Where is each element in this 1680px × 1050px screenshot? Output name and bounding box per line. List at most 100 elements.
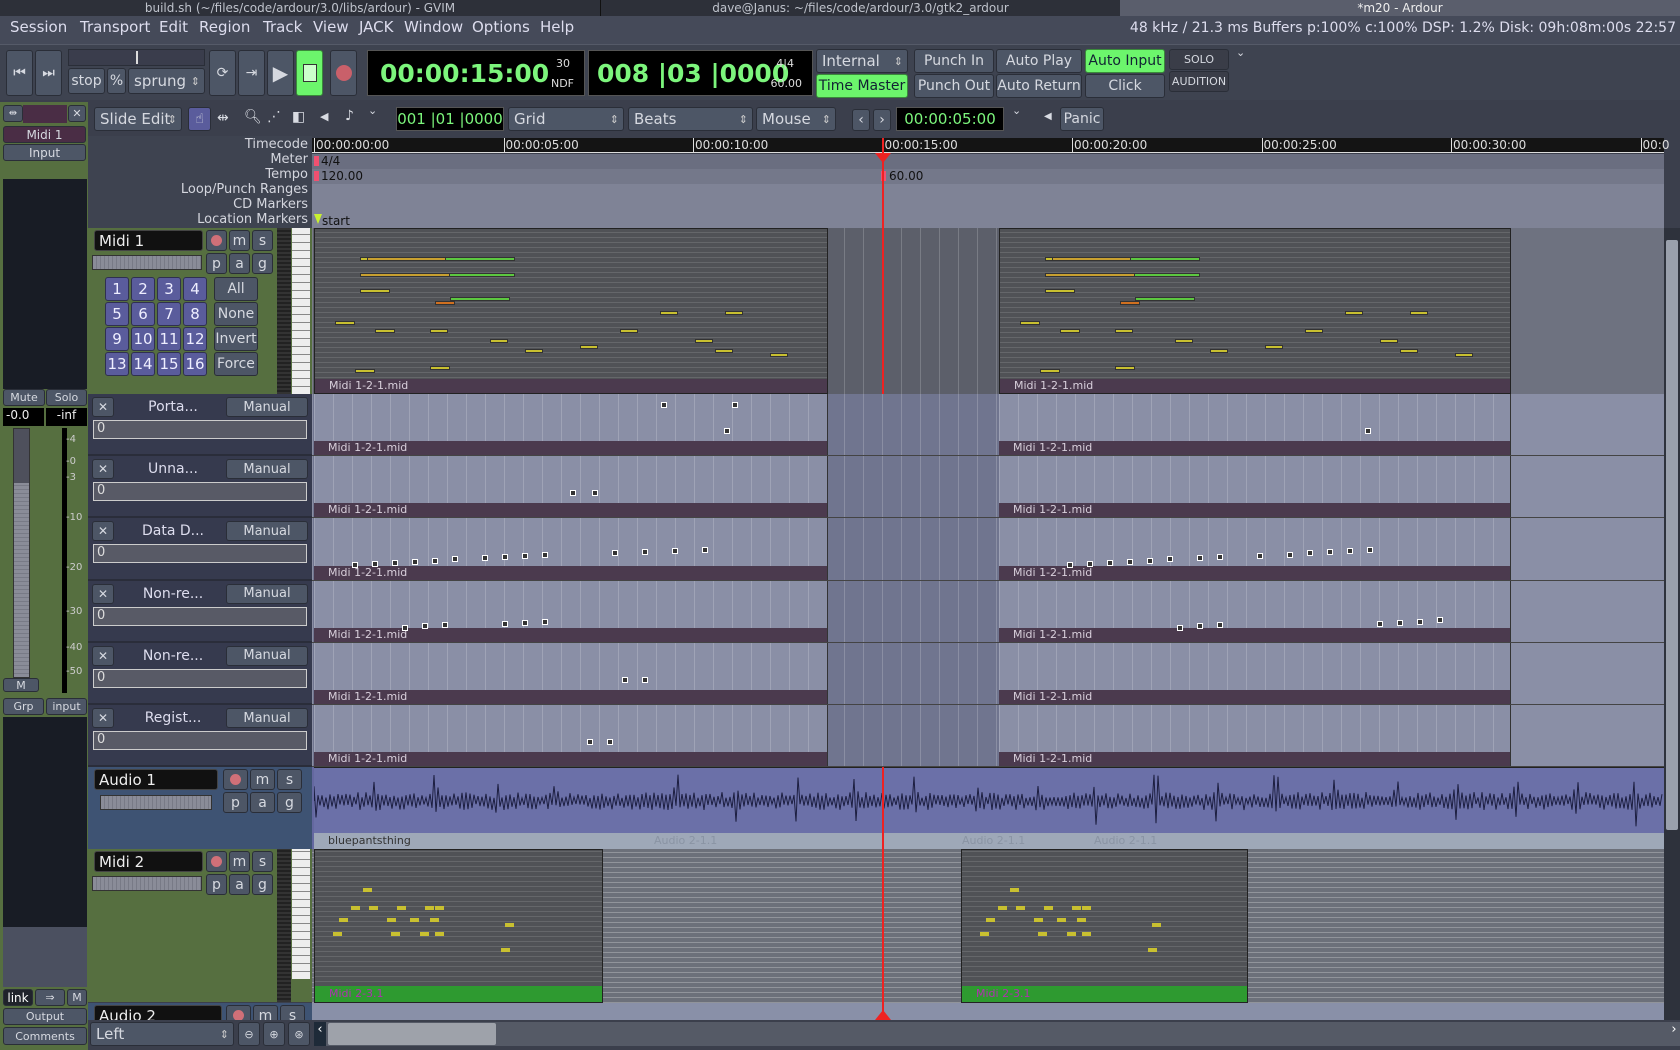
menu-options[interactable]: Options — [472, 18, 530, 36]
playlist-button[interactable]: p — [206, 253, 227, 274]
gain-tool-icon[interactable]: ⋰ — [267, 109, 281, 125]
automation-point[interactable] — [502, 553, 508, 560]
automation-point[interactable] — [482, 555, 488, 562]
midi1-lane[interactable]: Midi 1-2-1.mid Midi 1-2-1.mid — [312, 228, 1664, 394]
midi-note[interactable] — [1130, 273, 1200, 277]
automation-region[interactable]: Midi 1-2-1.mid — [999, 580, 1511, 642]
automation-point[interactable] — [622, 676, 628, 683]
automation-point[interactable] — [732, 402, 738, 408]
midi-note[interactable] — [725, 311, 743, 315]
midi-note[interactable] — [1045, 273, 1135, 277]
menu-region[interactable]: Region — [199, 18, 250, 36]
midi-channel-button-11[interactable]: 11 — [157, 327, 181, 351]
midi-channel-button-10[interactable]: 10 — [131, 327, 155, 351]
midi-note[interactable] — [445, 273, 515, 277]
tempo-marker[interactable] — [314, 171, 319, 181]
nudge-backward-button[interactable]: ‹ — [852, 109, 870, 131]
midi-note[interactable] — [715, 349, 733, 353]
automation-point[interactable] — [1127, 558, 1133, 565]
audio2-lane[interactable] — [312, 1003, 1664, 1020]
group-button[interactable]: g — [252, 874, 273, 895]
automation-region[interactable]: Midi 1-2-1.mid — [314, 518, 828, 580]
midi-note[interactable] — [1034, 918, 1043, 922]
punch-in-button[interactable]: Punch In — [914, 49, 994, 73]
automation-point[interactable] — [1197, 555, 1203, 562]
panner-m-button[interactable]: M — [67, 989, 87, 1006]
automation-region[interactable]: Midi 1-2-1.mid — [999, 456, 1511, 518]
playhead-marker[interactable] — [875, 153, 891, 163]
automation-value-field[interactable]: 0 — [93, 731, 307, 750]
post-processor-box[interactable] — [3, 717, 87, 927]
automation-point[interactable] — [724, 428, 730, 434]
midi-note[interactable] — [1120, 301, 1140, 305]
track-gain-fader[interactable] — [92, 876, 202, 891]
automation-region[interactable]: Midi 1-2-1.mid — [314, 642, 828, 704]
automation-point[interactable] — [452, 556, 458, 563]
midi-note[interactable] — [1175, 339, 1193, 343]
automation-point[interactable] — [1217, 553, 1223, 560]
midi-region[interactable]: Midi 1-2-1.mid — [314, 228, 828, 394]
midi-channel-button-5[interactable]: 5 — [105, 302, 129, 326]
automation-lane[interactable]: Midi 1-2-1.mid Midi 1-2-1.mid — [312, 642, 1664, 705]
meter-point-button[interactable]: M — [3, 678, 39, 692]
chevron-down-icon[interactable]: ⌄ — [1236, 46, 1245, 59]
timefx-tool-icon[interactable]: ◧ — [292, 109, 305, 125]
note-tool-icon[interactable]: ♪ — [345, 108, 354, 124]
automation-point[interactable] — [702, 546, 708, 553]
midi-note[interactable] — [1072, 906, 1081, 910]
chevron-down-icon[interactable]: ⌄ — [368, 104, 377, 117]
automation-point[interactable] — [1257, 552, 1263, 559]
automation-point[interactable] — [1377, 620, 1383, 627]
zoom-tool-icon[interactable]: 🔍︎ — [244, 109, 262, 125]
midi-note[interactable] — [435, 932, 444, 936]
midi-note[interactable] — [1045, 289, 1075, 293]
midi-note[interactable] — [425, 906, 434, 910]
automation-point[interactable] — [502, 620, 508, 627]
midi-note[interactable] — [435, 301, 455, 305]
midi-note[interactable] — [1016, 906, 1025, 910]
automation-value-field[interactable]: 0 — [93, 544, 307, 564]
automation-region[interactable]: Midi 1-2-1.mid — [314, 705, 828, 767]
mute-button[interactable]: m — [229, 851, 250, 872]
goto-end-button[interactable]: ⏭ — [35, 50, 62, 96]
midi-note[interactable] — [1115, 366, 1135, 370]
scrollbar-thumb[interactable] — [328, 1023, 496, 1045]
menu-session[interactable]: Session — [10, 18, 67, 36]
automation-lane[interactable]: Midi 1-2-1.mid Midi 1-2-1.mid — [312, 394, 1664, 457]
midi-region[interactable]: Midi 2-3.1 — [961, 849, 1248, 1003]
midi-channel-button-14[interactable]: 14 — [131, 352, 155, 376]
automation-region[interactable]: Midi 1-2-1.mid — [999, 642, 1511, 704]
stop-button[interactable] — [296, 50, 323, 96]
automation-point[interactable] — [1307, 550, 1313, 557]
grab-tool-button[interactable]: ☝ — [188, 107, 211, 131]
automation-mode-button[interactable]: Manual — [226, 645, 308, 666]
window-tab-gvim[interactable]: build.sh (~/files/code/ardour/3.0/libs/a… — [0, 0, 600, 16]
midi-note[interactable] — [1148, 948, 1157, 952]
midi-note[interactable] — [391, 932, 400, 936]
record-button[interactable] — [330, 50, 357, 96]
automation-point[interactable] — [1397, 619, 1403, 626]
midi2-lane[interactable]: Midi 2-3.1 Midi 2-3.1 — [312, 849, 1664, 1003]
automation-point[interactable] — [1417, 618, 1423, 625]
track-gain-fader[interactable] — [92, 255, 202, 270]
track-name-field[interactable]: Midi 1 — [94, 230, 203, 251]
group-button[interactable]: g — [277, 792, 302, 813]
midi-channel-button-15[interactable]: 15 — [157, 352, 181, 376]
midi-note[interactable] — [1040, 369, 1060, 373]
time-master-button[interactable]: Time Master — [816, 74, 908, 98]
automation-point[interactable] — [522, 552, 528, 559]
timecode-ruler[interactable]: 00:00:00:00 00:00:05:00 00:00:10:00 00:00:1… — [312, 138, 1669, 153]
automation-point[interactable] — [612, 550, 618, 557]
menu-help[interactable]: Help — [540, 18, 574, 36]
midi-channel-button-2[interactable]: 2 — [131, 277, 155, 301]
automation-mode-button[interactable]: Manual — [226, 583, 308, 604]
automation-point[interactable] — [587, 739, 593, 745]
midi-note[interactable] — [501, 948, 510, 952]
automation-point[interactable] — [1347, 547, 1353, 554]
secondary-clock[interactable]: 008 |03 |0000 4|4 60.00 — [588, 50, 813, 96]
midi-note[interactable] — [430, 918, 439, 922]
solo-button[interactable]: Solo — [46, 389, 87, 406]
automation-mode-button[interactable]: Manual — [226, 397, 308, 417]
automation-button[interactable]: a — [250, 792, 275, 813]
midi-note[interactable] — [490, 339, 508, 343]
